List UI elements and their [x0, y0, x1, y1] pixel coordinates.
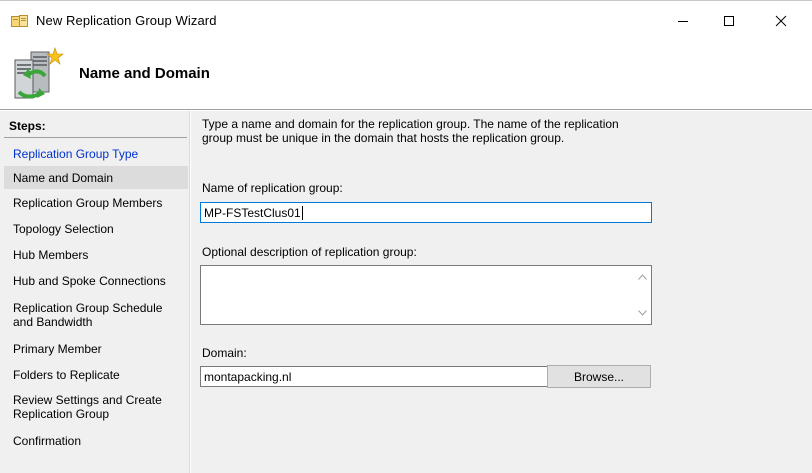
step-replication-group-type[interactable]: Replication Group Type: [4, 144, 188, 164]
replication-servers-icon: [14, 47, 64, 99]
steps-panel: Steps: Replication Group Type Name and D…: [0, 111, 190, 473]
minimize-icon: [678, 21, 688, 22]
domain-value: montapacking.nl: [204, 370, 292, 384]
domain-label: Domain:: [202, 346, 247, 360]
step-confirmation: Confirmation: [13, 434, 82, 448]
minimize-button[interactable]: [660, 1, 706, 41]
scroll-up-icon[interactable]: [638, 274, 647, 280]
description-scrollbar[interactable]: [634, 266, 651, 324]
step-name-and-domain: Name and Domain: [4, 166, 188, 189]
step-hub-members: Hub Members: [13, 248, 89, 262]
maximize-icon: [724, 16, 734, 26]
step-replication-group-schedule: Replication Group Schedule and Bandwidth: [13, 301, 163, 329]
group-name-value: MP-FSTestClus01: [204, 206, 301, 220]
content-panel: Type a name and domain for the replicati…: [191, 111, 812, 473]
name-label: Name of replication group:: [202, 181, 343, 195]
step-primary-member: Primary Member: [13, 342, 102, 356]
title-bar[interactable]: New Replication Group Wizard: [0, 1, 812, 41]
instructions-text: Type a name and domain for the replicati…: [202, 117, 619, 145]
domain-input[interactable]: montapacking.nl: [200, 366, 548, 387]
step-folders-to-replicate: Folders to Replicate: [13, 368, 120, 382]
step-review-settings: Review Settings and Create Replication G…: [13, 393, 162, 421]
wizard-header: Name and Domain: [0, 41, 812, 109]
page-heading: Name and Domain: [79, 65, 210, 82]
step-topology-selection: Topology Selection: [13, 222, 114, 236]
steps-heading: Steps:: [9, 119, 46, 133]
description-label: Optional description of replication grou…: [202, 245, 417, 259]
step-hub-and-spoke-connections: Hub and Spoke Connections: [13, 274, 166, 288]
group-description-textarea[interactable]: [200, 265, 652, 325]
close-icon: [775, 15, 787, 27]
window-title: New Replication Group Wizard: [36, 13, 217, 28]
steps-divider: [4, 137, 187, 138]
app-icon: [11, 15, 28, 27]
wizard-window: New Replication Group Wizard Name and Do…: [0, 0, 812, 473]
scroll-down-icon[interactable]: [638, 310, 647, 316]
browse-button[interactable]: Browse...: [547, 365, 651, 388]
step-replication-group-members: Replication Group Members: [13, 196, 163, 210]
maximize-button[interactable]: [706, 1, 752, 41]
text-caret: [301, 206, 303, 220]
close-button[interactable]: [758, 1, 804, 41]
group-name-input[interactable]: MP-FSTestClus01: [200, 202, 652, 223]
